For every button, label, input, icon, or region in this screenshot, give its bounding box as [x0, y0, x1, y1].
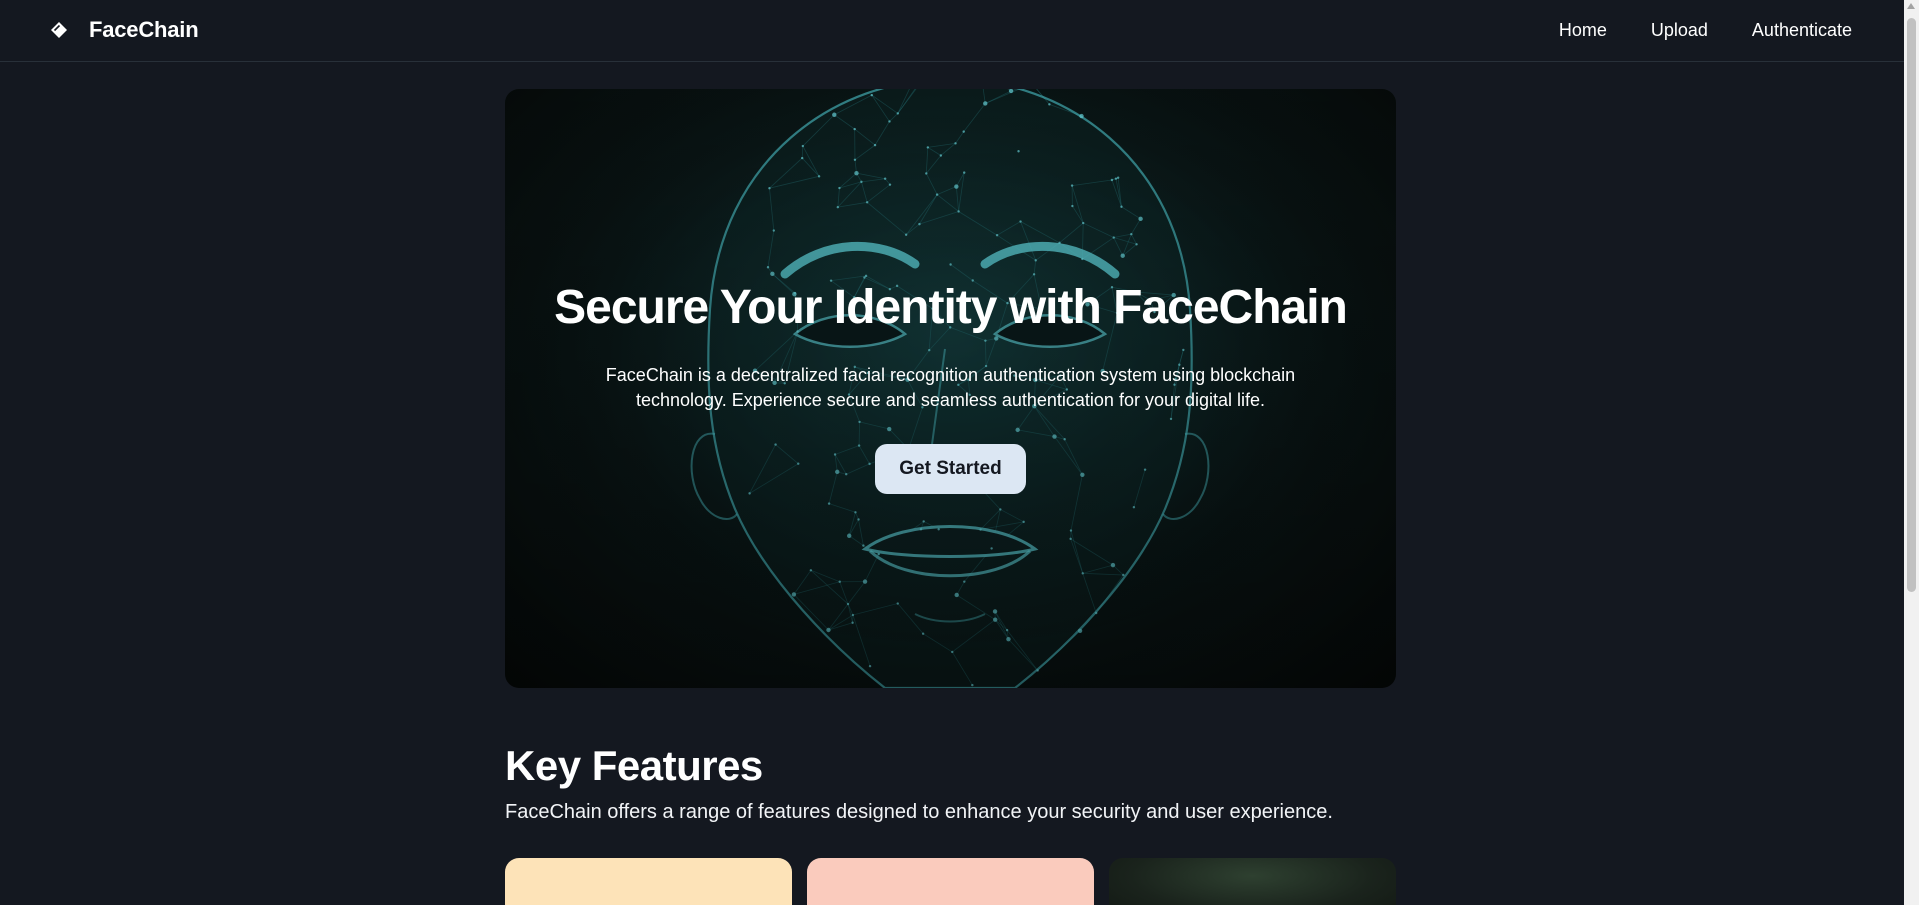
brand-logo-icon: [48, 19, 70, 41]
hero-title: Secure Your Identity with FaceChain: [554, 281, 1348, 334]
hero-banner: Secure Your Identity with FaceChain Face…: [505, 89, 1396, 688]
nav-upload[interactable]: Upload: [1651, 20, 1708, 41]
scrollbar-thumb[interactable]: [1907, 18, 1916, 592]
features-heading: Key Features: [505, 742, 763, 789]
brand-name: FaceChain: [89, 17, 199, 42]
hero-description: FaceChain is a decentralized facial reco…: [605, 365, 1296, 410]
feature-card[interactable]: [505, 858, 792, 905]
page: FaceChain Home Upload Authenticate Secur…: [0, 0, 1904, 905]
brand-link[interactable]: FaceChain: [48, 17, 199, 43]
nav-home[interactable]: Home: [1559, 20, 1607, 41]
main-nav: Home Upload Authenticate: [1559, 20, 1852, 41]
top-navbar: FaceChain Home Upload Authenticate: [0, 0, 1904, 62]
feature-card[interactable]: [807, 858, 1094, 905]
vertical-scrollbar[interactable]: [1904, 0, 1919, 905]
scroll-up-arrow-icon[interactable]: [1907, 3, 1915, 9]
get-started-button[interactable]: Get Started: [875, 444, 1026, 494]
features-subtitle: FaceChain offers a range of features des…: [505, 801, 1333, 823]
feature-card[interactable]: [1109, 858, 1396, 905]
nav-authenticate[interactable]: Authenticate: [1752, 20, 1852, 41]
